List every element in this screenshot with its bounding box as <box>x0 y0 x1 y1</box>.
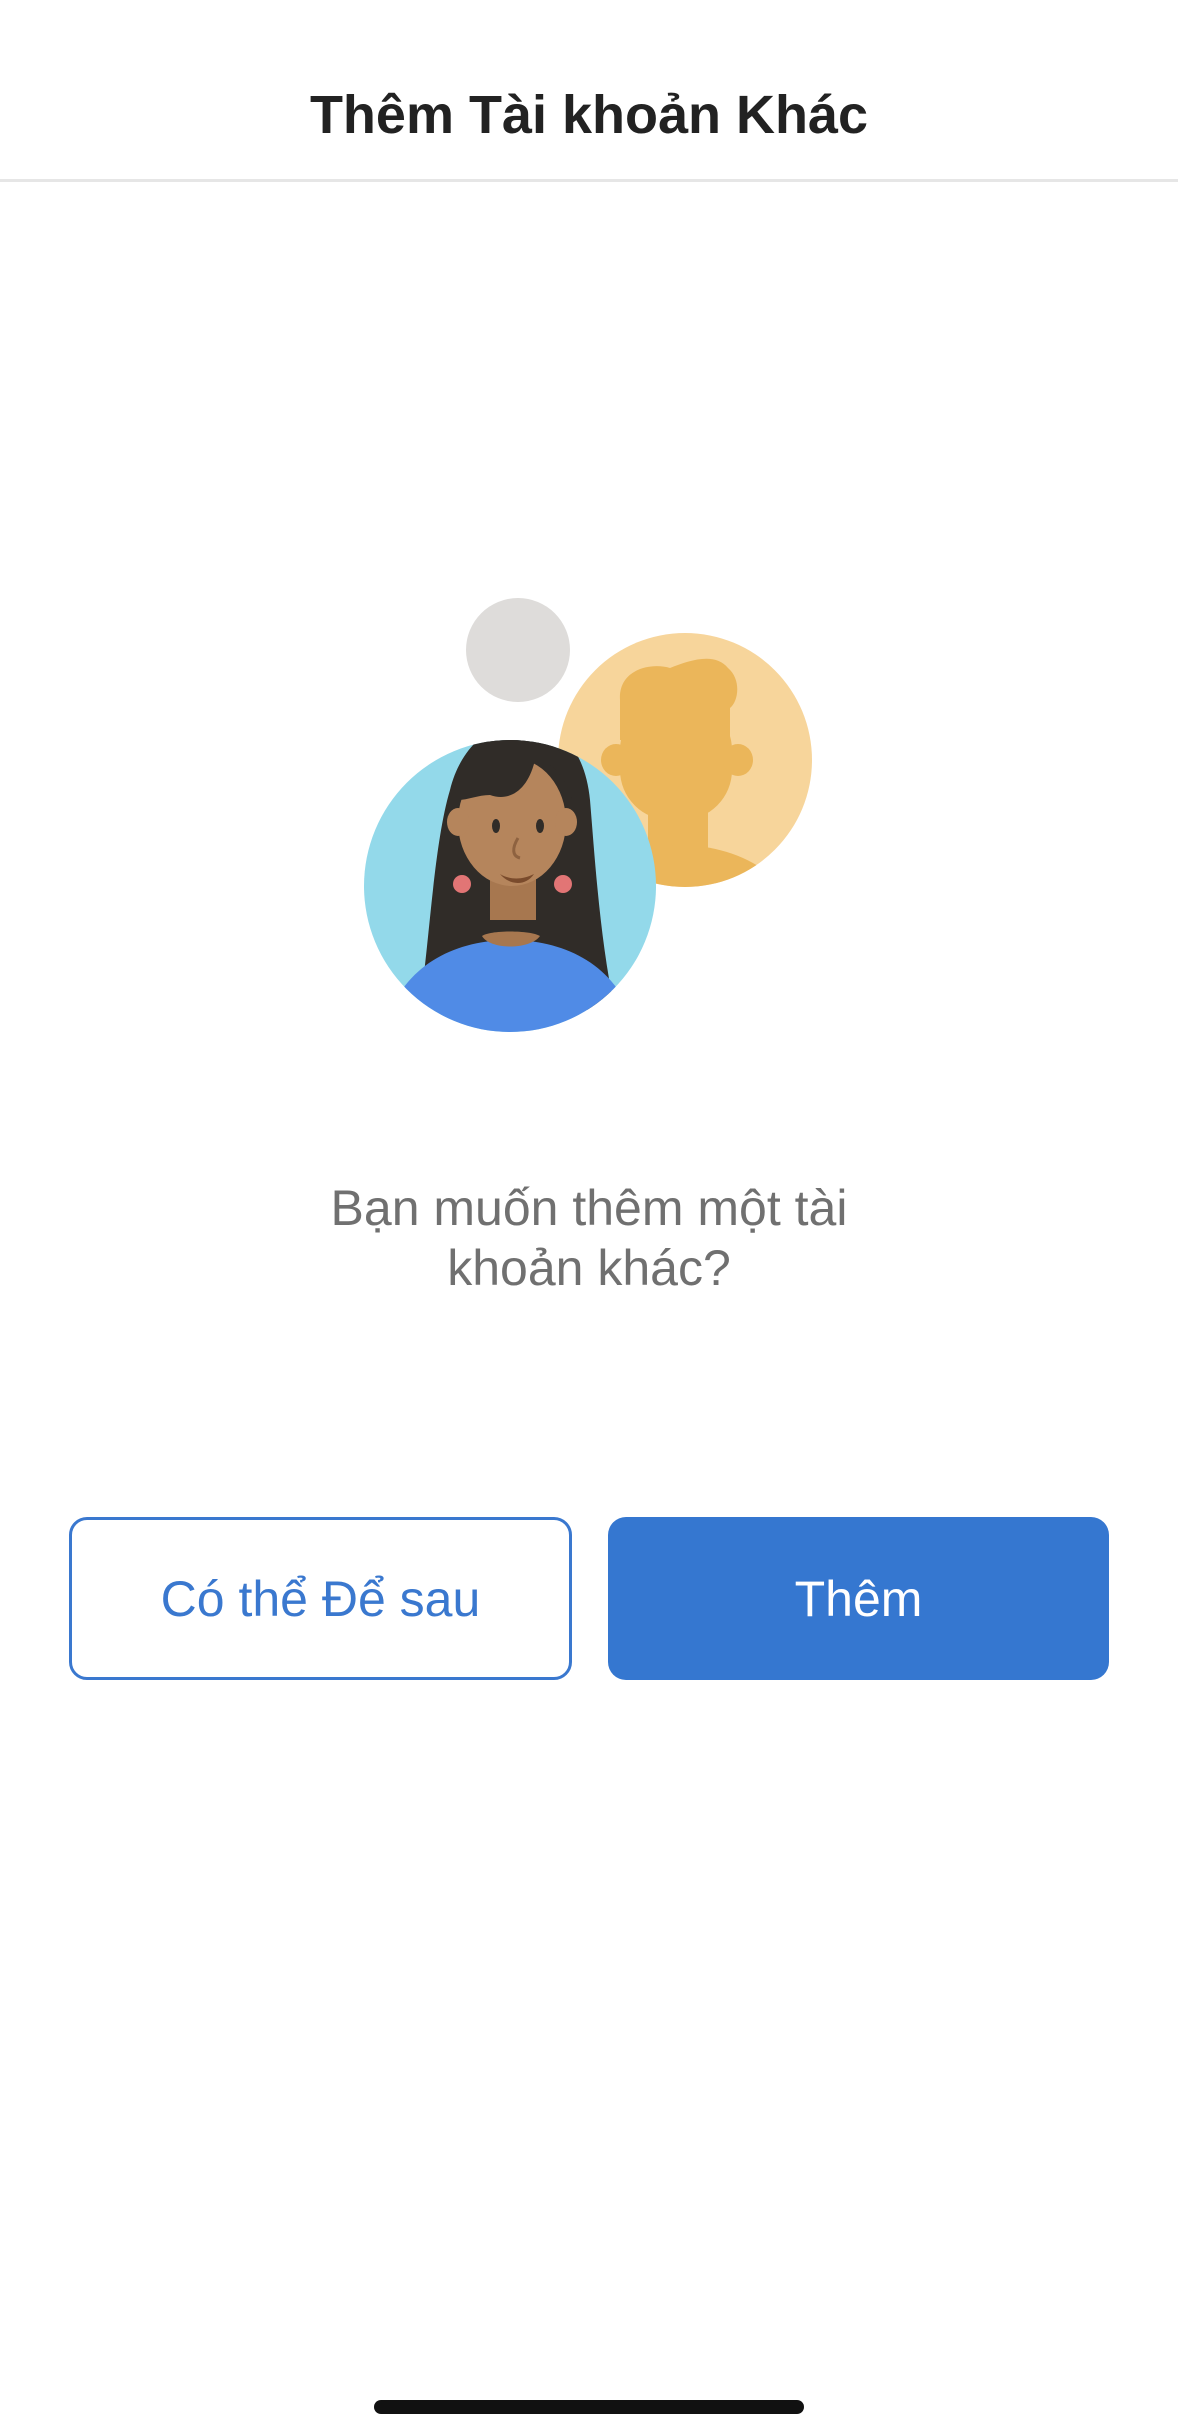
add-account-button[interactable]: Thêm <box>608 1517 1109 1680</box>
prompt-line-1: Bạn muốn thêm một tài <box>330 1180 848 1236</box>
home-indicator[interactable] <box>374 2400 804 2414</box>
header-bar: Thêm Tài khoản Khác <box>0 0 1178 182</box>
page-title: Thêm Tài khoản Khác <box>309 85 869 145</box>
prompt-line-2: khoản khác? <box>447 1240 731 1296</box>
gray-dot-icon <box>466 598 570 702</box>
add-account-illustration-icon <box>364 598 812 1032</box>
add-account-label: Thêm <box>794 1570 923 1627</box>
add-account-prompt: Bạn muốn thêm một tài khoản khác? <box>189 1178 989 1298</box>
maybe-later-button[interactable]: Có thể Để sau <box>69 1517 572 1680</box>
maybe-later-label: Có thể Để sau <box>160 1570 481 1627</box>
